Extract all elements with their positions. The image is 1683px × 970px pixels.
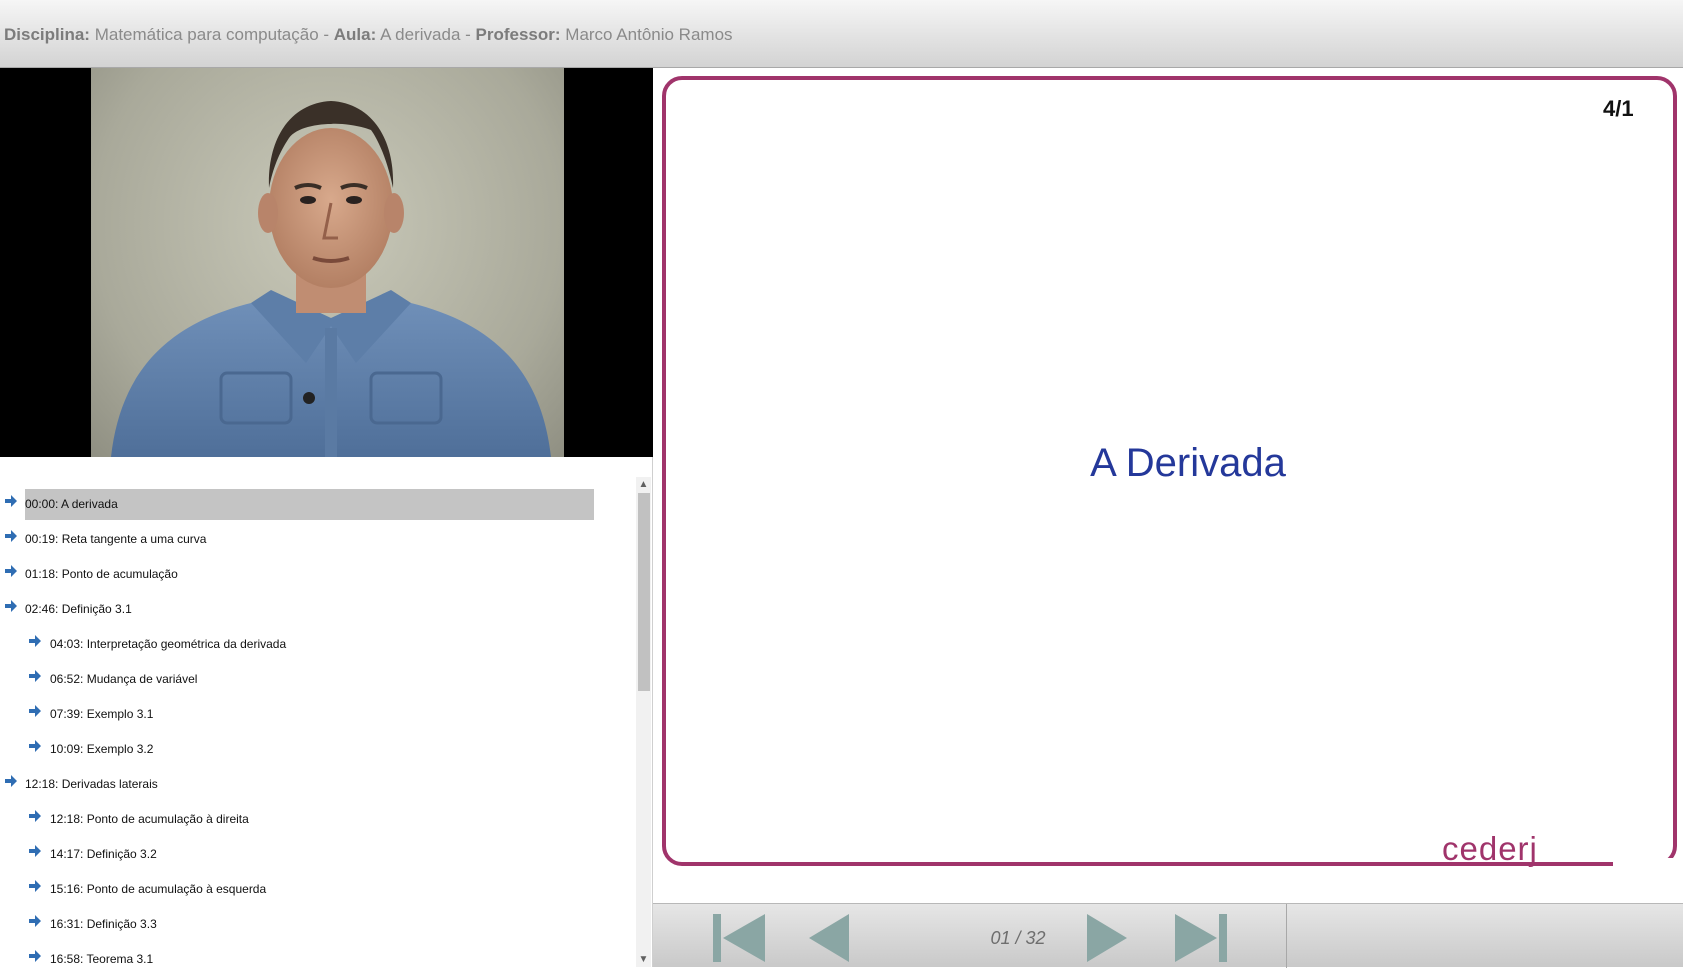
lesson-value: A derivada — [380, 25, 461, 44]
chapter-label: 16:31: Definição 3.3 — [50, 917, 157, 931]
chapter-item[interactable]: 06:52: Mudança de variável — [0, 662, 625, 697]
skip-to-first-icon — [713, 914, 765, 962]
video-player[interactable] — [0, 68, 653, 457]
chapter-item[interactable]: 16:31: Definição 3.3 — [0, 907, 625, 942]
lesson-label: Aula: — [333, 25, 377, 44]
chapter-label: 14:17: Definição 3.2 — [50, 847, 157, 861]
slide-viewer: 4/1 A Derivada cederj — [653, 68, 1683, 903]
chapter-list-panel: 00:00: A derivada 00:19: Reta tangente a … — [0, 457, 653, 967]
chapter-label: 01:18: Ponto de acumulação — [25, 567, 178, 581]
chapter-label: 00:19: Reta tangente a uma curva — [25, 532, 207, 546]
chapter-item[interactable]: 00:00: A derivada — [0, 487, 625, 522]
separator: - — [318, 25, 334, 44]
chapter-item[interactable]: 00:19: Reta tangente a uma curva — [0, 522, 625, 557]
slide-number: 4/1 — [1603, 96, 1634, 121]
arrow-right-icon — [5, 775, 17, 787]
previous-slide-button[interactable] — [807, 911, 863, 965]
arrow-right-icon — [5, 600, 17, 612]
chapter-list: 00:00: A derivada 00:19: Reta tangente a … — [0, 487, 625, 967]
chapter-label: 00:00: A derivada — [25, 489, 594, 520]
chapter-label: 07:39: Exemplo 3.1 — [50, 707, 154, 721]
arrow-right-icon — [29, 915, 41, 927]
chapter-item[interactable]: 04:03: Interpretação geométrica da deriv… — [0, 627, 625, 662]
arrow-right-icon — [5, 530, 17, 542]
chapter-item[interactable]: 07:39: Exemplo 3.1 — [0, 697, 625, 732]
arrow-right-icon — [5, 565, 17, 577]
chapter-label: 10:09: Exemplo 3.2 — [50, 742, 154, 756]
scroll-up-icon[interactable]: ▲ — [636, 477, 651, 492]
chapter-scrollbar[interactable]: ▲ ▼ — [636, 477, 651, 967]
chapter-label: 16:58: Teorema 3.1 — [50, 952, 154, 966]
professor-label: Professor: — [475, 25, 561, 44]
chapter-label: 06:52: Mudança de variável — [50, 672, 198, 686]
cederj-logo: cederj — [1442, 830, 1538, 867]
chapter-item[interactable]: 16:58: Teorema 3.1 — [0, 942, 625, 967]
arrow-right-icon — [29, 845, 41, 857]
arrow-right-icon — [29, 635, 41, 647]
lesson-info: Disciplina: Matemática para computação -… — [4, 25, 733, 45]
arrow-right-icon — [29, 950, 41, 962]
skip-to-last-icon — [1175, 914, 1227, 962]
slide-controls: 01 / 32 — [653, 903, 1683, 968]
chapter-label: 04:03: Interpretação geométrica da deriv… — [50, 637, 287, 651]
chapter-item[interactable]: 12:18: Derivadas laterais — [0, 767, 625, 802]
chapter-label: 15:16: Ponto de acumulação à esquerda — [50, 882, 267, 896]
lesson-header: Disciplina: Matemática para computação -… — [0, 0, 1683, 68]
discipline-value: Matemática para computação — [94, 25, 319, 44]
professor-value: Marco Antônio Ramos — [565, 25, 733, 44]
arrow-right-icon — [29, 670, 41, 682]
chapter-label: 02:46: Definição 3.1 — [25, 602, 132, 616]
chapter-item[interactable]: 01:18: Ponto de acumulação — [0, 557, 625, 592]
chapter-label: 12:18: Ponto de acumulação à direita — [50, 812, 249, 826]
last-slide-button[interactable] — [1173, 911, 1229, 965]
next-icon — [1087, 914, 1127, 962]
arrow-right-icon — [5, 495, 17, 507]
first-slide-button[interactable] — [711, 911, 767, 965]
scroll-thumb[interactable] — [638, 493, 650, 691]
next-slide-button[interactable] — [1083, 911, 1139, 965]
presenter-video-image — [111, 101, 551, 457]
chapter-item[interactable]: 10:09: Exemplo 3.2 — [0, 732, 625, 767]
discipline-label: Disciplina: — [4, 25, 90, 44]
previous-icon — [809, 914, 849, 962]
arrow-right-icon — [29, 810, 41, 822]
chapter-item[interactable]: 14:17: Definição 3.2 — [0, 837, 625, 872]
arrow-right-icon — [29, 880, 41, 892]
scroll-down-icon[interactable]: ▼ — [636, 952, 651, 967]
video-frame[interactable] — [91, 68, 564, 457]
chapter-item[interactable]: 12:18: Ponto de acumulação à direita — [0, 802, 625, 837]
chapter-item[interactable]: 02:46: Definição 3.1 — [0, 592, 625, 627]
chapter-item[interactable]: 15:16: Ponto de acumulação à esquerda — [0, 872, 625, 907]
arrow-right-icon — [29, 740, 41, 752]
arrow-right-icon — [29, 705, 41, 717]
slide-title: A Derivada — [1090, 441, 1286, 485]
chapter-label: 12:18: Derivadas laterais — [25, 777, 158, 791]
separator: - — [460, 25, 476, 44]
